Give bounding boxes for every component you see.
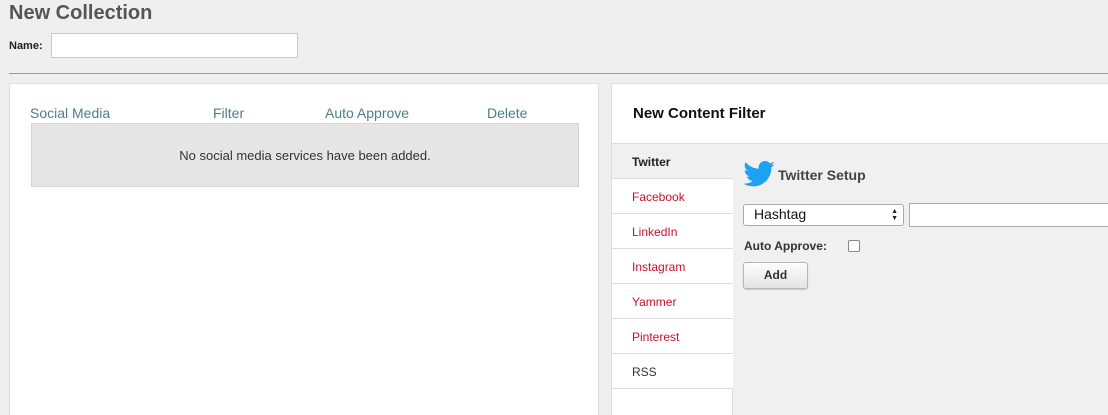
divider	[9, 73, 1108, 74]
tab-pinterest[interactable]: Pinterest	[612, 319, 733, 354]
tab-facebook[interactable]: Facebook	[612, 179, 733, 214]
content-filter-title: New Content Filter	[633, 105, 766, 122]
content-filter-panel: New Content Filter Twitter Facebook Link…	[611, 83, 1108, 415]
empty-message: No social media services have been added…	[179, 148, 431, 163]
tab-instagram[interactable]: Instagram	[612, 249, 733, 284]
column-filter[interactable]: Filter	[213, 105, 244, 121]
select-arrows-icon: ▲ ▼	[891, 208, 898, 222]
tab-yammer[interactable]: Yammer	[612, 284, 733, 319]
twitter-bird-icon	[743, 161, 775, 187]
column-social-media[interactable]: Social Media	[30, 105, 110, 121]
column-auto-approve[interactable]: Auto Approve	[325, 105, 409, 121]
filter-term-input[interactable]	[909, 203, 1108, 227]
name-input[interactable]	[51, 33, 298, 58]
tab-rss[interactable]: RSS	[612, 354, 733, 389]
tab-linkedin[interactable]: LinkedIn	[612, 214, 733, 249]
page-title: New Collection	[9, 2, 153, 24]
social-media-panel: Social Media Filter Auto Approve Delete …	[9, 83, 599, 415]
filter-type-select[interactable]: Hashtag ▲ ▼	[743, 204, 904, 226]
service-tab-list: Twitter Facebook LinkedIn Instagram Yamm…	[612, 144, 733, 415]
empty-table-row: No social media services have been added…	[31, 123, 579, 187]
auto-approve-checkbox[interactable]	[848, 240, 860, 252]
twitter-setup-panel: Twitter Setup Hashtag ▲ ▼ Auto Approve: A…	[733, 144, 1108, 415]
name-label: Name:	[9, 40, 43, 52]
tab-twitter[interactable]: Twitter	[612, 144, 733, 179]
content-filter-body: Twitter Facebook LinkedIn Instagram Yamm…	[612, 143, 1108, 415]
auto-approve-label: Auto Approve:	[744, 239, 827, 253]
add-button[interactable]: Add	[743, 262, 808, 289]
column-delete[interactable]: Delete	[487, 105, 527, 121]
setup-title: Twitter Setup	[778, 167, 866, 183]
filter-type-selected: Hashtag	[754, 206, 807, 222]
